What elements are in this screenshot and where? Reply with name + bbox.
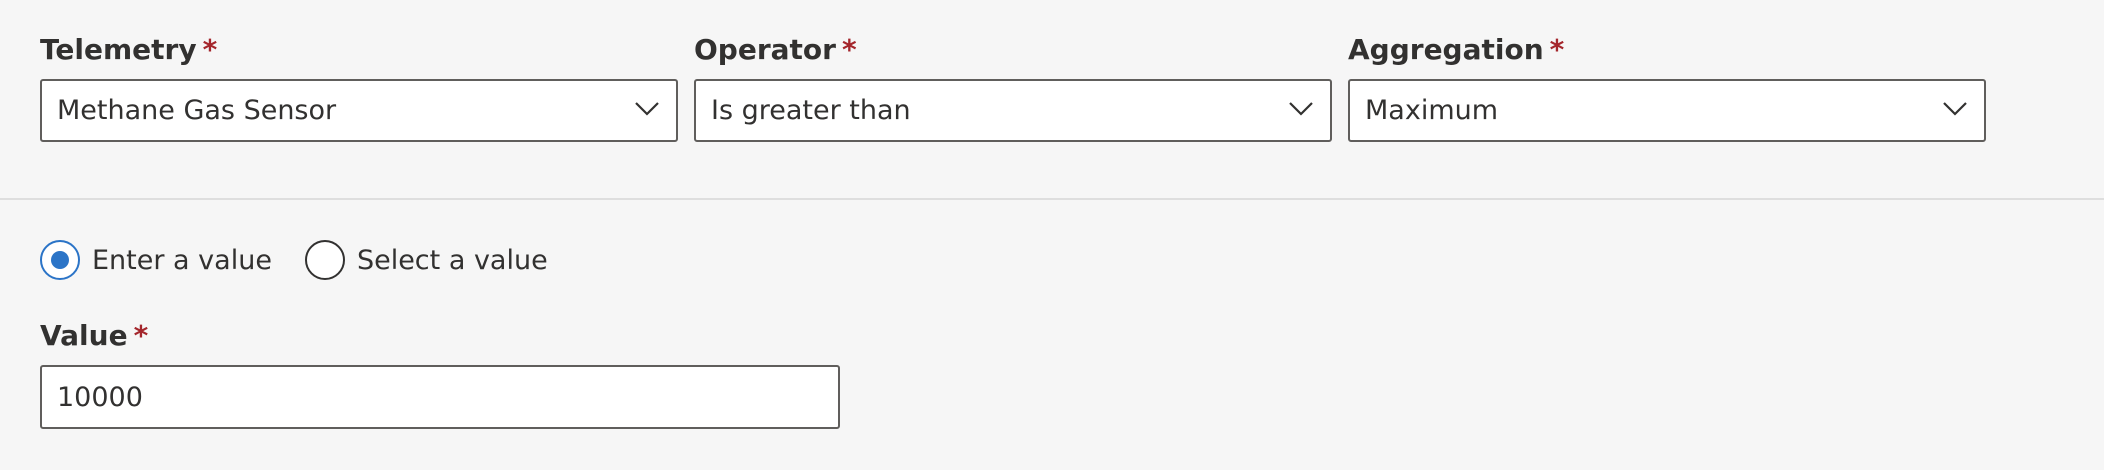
chevron-down-icon (1943, 102, 1967, 116)
value-required-mark: * (133, 319, 149, 352)
aggregation-required-mark: * (1549, 33, 1565, 66)
value-field-label: Value * (40, 319, 148, 353)
aggregation-dropdown[interactable]: Maximum (1348, 79, 1986, 142)
aggregation-field-label: Aggregation * (1348, 33, 1564, 67)
aggregation-label: Aggregation (1348, 33, 1544, 66)
radio-label-select-value: Select a value (356, 244, 548, 276)
chevron-down-icon (1289, 102, 1313, 116)
telemetry-field-label: Telemetry * (40, 33, 217, 67)
radio-option-enter-value[interactable]: Enter a value (40, 240, 272, 280)
telemetry-required-mark: * (202, 33, 218, 66)
telemetry-dropdown[interactable]: Methane Gas Sensor (40, 79, 678, 142)
value-label: Value (40, 319, 128, 352)
chevron-down-icon (635, 102, 659, 116)
operator-label: Operator (694, 33, 836, 66)
radio-button-unchecked[interactable] (304, 240, 345, 280)
telemetry-label: Telemetry (40, 33, 197, 66)
radio-button-checked[interactable] (40, 240, 80, 280)
operator-dropdown-value: Is greater than (711, 95, 911, 126)
operator-required-mark: * (841, 33, 857, 66)
operator-dropdown[interactable]: Is greater than (694, 79, 1332, 142)
radio-option-select-value[interactable]: Select a value (304, 240, 548, 280)
value-source-radio-group: Enter a value Select a value (40, 239, 548, 281)
section-divider (0, 198, 2104, 200)
telemetry-dropdown-value: Methane Gas Sensor (57, 95, 337, 126)
condition-form: Telemetry * Methane Gas Sensor Operator * … (0, 0, 2104, 470)
aggregation-dropdown-value: Maximum (1365, 95, 1499, 126)
radio-label-enter-value: Enter a value (92, 244, 272, 276)
value-input[interactable] (40, 365, 840, 429)
operator-field-label: Operator * (694, 33, 857, 67)
